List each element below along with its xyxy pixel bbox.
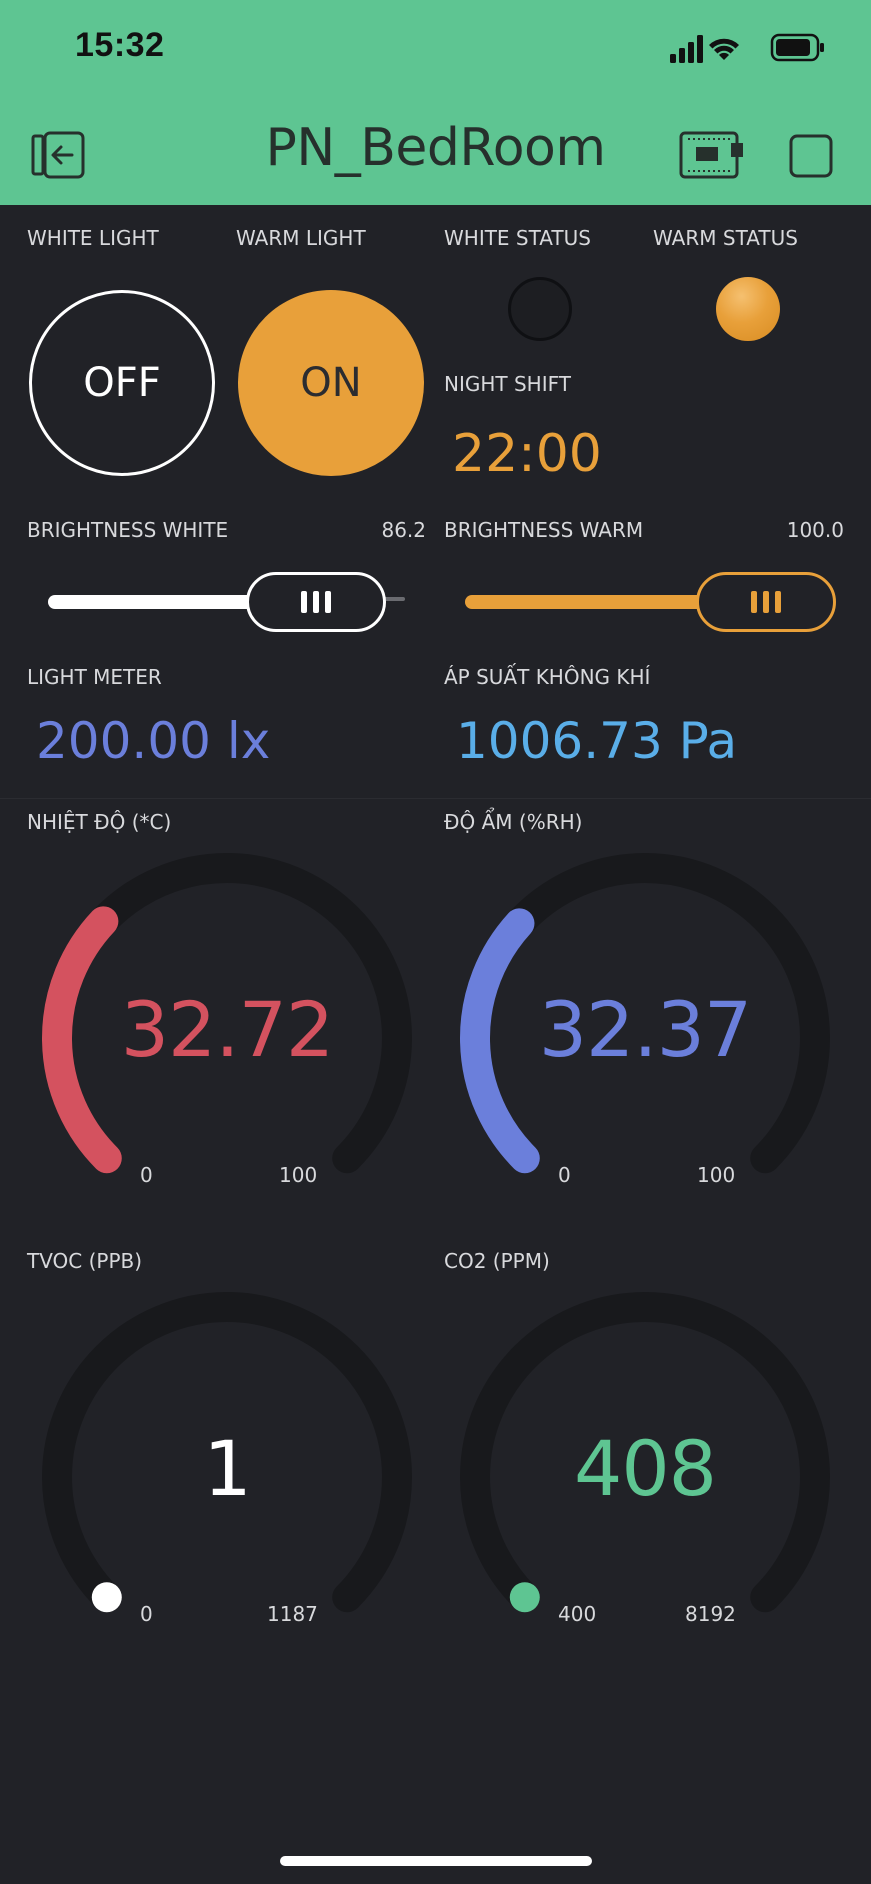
wifi-icon — [709, 38, 739, 60]
tvoc-max: 1187 — [267, 1602, 318, 1626]
warm-status-label: WARM STATUS — [653, 226, 798, 250]
section-divider — [0, 798, 871, 799]
co2-min: 400 — [558, 1602, 597, 1626]
square-icon[interactable] — [788, 133, 834, 179]
tvoc-label: TVOC (PPB) — [27, 1249, 143, 1273]
warm-light-label: WARM LIGHT — [236, 226, 366, 250]
light-meter-value: 200.00 lx — [36, 712, 271, 770]
brightness-warm-value: 100.0 — [786, 518, 844, 542]
warm-light-button[interactable]: ON — [238, 290, 424, 476]
temperature-value: 32.72 — [120, 985, 335, 1074]
device-board-icon[interactable] — [678, 130, 746, 180]
battery-icon — [770, 33, 824, 62]
gauge-fill — [509, 1582, 540, 1613]
brightness-warm-label: BRIGHTNESS WARM — [444, 518, 644, 542]
humidity-label: ĐỘ ẨM (%RH) — [444, 810, 583, 834]
co2-label: CO2 (PPM) — [444, 1249, 550, 1273]
air-pressure-value: 1006.73 Pa — [456, 712, 738, 770]
white-light-label: WHITE LIGHT — [27, 226, 159, 250]
temperature-max: 100 — [279, 1163, 318, 1187]
slider-handle[interactable] — [696, 572, 836, 632]
white-status-led — [508, 277, 572, 341]
night-shift-label: NIGHT SHIFT — [444, 372, 571, 396]
humidity-value: 32.37 — [538, 985, 753, 1074]
status-icons — [670, 33, 824, 63]
white-status-label: WHITE STATUS — [444, 226, 591, 250]
brightness-white-value: 86.2 — [381, 518, 426, 542]
air-pressure-label: ÁP SUẤT KHÔNG KHÍ — [444, 665, 651, 689]
light-meter-label: LIGHT METER — [27, 665, 162, 689]
cellular-signal-icon — [670, 35, 703, 63]
temperature-min: 0 — [140, 1163, 153, 1187]
tvoc-min: 0 — [140, 1602, 153, 1626]
tvoc-value: 1 — [203, 1424, 251, 1513]
co2-max: 8192 — [685, 1602, 736, 1626]
slider-handle[interactable] — [246, 572, 386, 632]
brightness-white-label: BRIGHTNESS WHITE — [27, 518, 229, 542]
app-header: 15:32 PN_BedRoom — [0, 0, 871, 205]
home-indicator[interactable] — [280, 1856, 592, 1866]
gauge-fill — [91, 1582, 122, 1613]
warm-status-led — [716, 277, 780, 341]
temperature-label: NHIỆT ĐỘ (*C) — [27, 810, 172, 834]
humidity-max: 100 — [697, 1163, 736, 1187]
night-shift-value: 22:00 — [452, 424, 602, 484]
white-light-button[interactable]: OFF — [29, 290, 215, 476]
humidity-min: 0 — [558, 1163, 571, 1187]
status-time: 15:32 — [75, 26, 165, 64]
co2-value: 408 — [573, 1424, 717, 1513]
